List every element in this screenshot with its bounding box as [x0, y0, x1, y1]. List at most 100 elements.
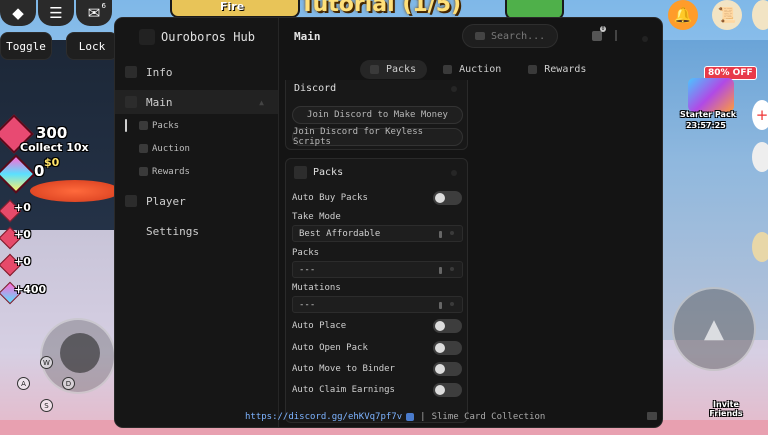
- active-indicator: [125, 119, 127, 132]
- mutations-label: Mutations: [292, 283, 341, 293]
- nav-label: Info: [146, 65, 173, 79]
- side-menu-icon[interactable]: [752, 0, 768, 30]
- auto-move-toggle[interactable]: [433, 362, 462, 376]
- minimize-icon[interactable]: [615, 30, 617, 41]
- auto-move-label: Auto Move to Binder: [292, 364, 395, 374]
- sidebar-item-packs[interactable]: Packs: [115, 114, 278, 137]
- join-discord-keyless-button[interactable]: Join Discord for Keyless Scripts: [292, 127, 463, 147]
- close-icon[interactable]: [642, 36, 648, 42]
- notification-icon[interactable]: [592, 31, 602, 41]
- tab-label: Packs: [386, 64, 417, 75]
- auto-place-toggle[interactable]: [433, 319, 462, 333]
- tab-auction[interactable]: Auction: [433, 60, 512, 79]
- dropdown-icon: [439, 231, 442, 238]
- auto-open-toggle[interactable]: [433, 341, 462, 355]
- hub-sidebar: Ouroboros Hub Info Main ▲ Packs Auction: [115, 18, 279, 427]
- bell-icon[interactable]: 🔔: [668, 0, 698, 30]
- hub-title: Ouroboros Hub: [161, 30, 255, 44]
- mutations-dropdown[interactable]: ---: [292, 296, 463, 313]
- notification-badge: 0: [600, 26, 606, 32]
- hub-nav-settings: Settings: [115, 219, 278, 243]
- content-scroll[interactable]: Discord Join Discord to Make Money Join …: [285, 80, 468, 425]
- coin-plus: $0: [44, 156, 60, 169]
- search-input[interactable]: Search...: [462, 24, 558, 48]
- discord-link[interactable]: https://discord.gg/ehKVq7pf7v: [245, 412, 402, 422]
- chat-badge: 6: [101, 2, 106, 10]
- chat-icon[interactable]: ✉ 6: [76, 0, 112, 26]
- search-placeholder: Search...: [491, 30, 546, 42]
- plus-value-1: +0: [14, 201, 31, 214]
- collect-label[interactable]: Collect 10x: [20, 141, 89, 154]
- nav-item-player[interactable]: Player: [115, 189, 278, 213]
- tab-bar: Packs Auction Rewards: [360, 60, 597, 79]
- dropdown-dot-icon: [450, 231, 454, 235]
- tab-rewards[interactable]: Rewards: [518, 60, 597, 79]
- nav-item-info[interactable]: Info: [115, 60, 278, 84]
- plus-value-3: +0: [14, 255, 31, 268]
- packs-title-row: Packs: [294, 166, 343, 179]
- key-d: D: [62, 377, 75, 390]
- packs-icon: [370, 65, 379, 74]
- auction-icon: [139, 144, 148, 153]
- roblox-logo-button[interactable]: ◆: [0, 0, 36, 26]
- packs-section: Packs Auto Buy Packs Take Mode Best Affo…: [285, 158, 468, 423]
- take-mode-dropdown[interactable]: Best Affordable: [292, 225, 463, 242]
- key-a: A: [17, 377, 30, 390]
- gem-count: 300: [36, 124, 68, 142]
- packs-icon: [139, 121, 148, 130]
- auction-icon: [443, 65, 453, 74]
- join-discord-money-button[interactable]: Join Discord to Make Money: [292, 106, 463, 124]
- starter-pack-offer[interactable]: 80% OFF Starter Pack 23:57:25: [672, 66, 762, 132]
- player-icon: [125, 195, 137, 207]
- chevron-up-icon: ▲: [259, 97, 264, 107]
- nav-label: Player: [146, 194, 186, 208]
- sidebar-item-rewards[interactable]: Rewards: [115, 160, 278, 183]
- balance-icon[interactable]: [752, 232, 768, 262]
- tab-packs[interactable]: Packs: [360, 60, 428, 79]
- packs-label: Packs: [292, 248, 320, 258]
- plus-value-4: +400: [14, 283, 47, 296]
- coin-count: 0: [34, 162, 45, 180]
- nav-label: Settings: [146, 224, 199, 238]
- collapse-icon[interactable]: [451, 170, 457, 176]
- key-s: S: [40, 399, 53, 412]
- nav-item-settings[interactable]: Settings: [115, 219, 278, 243]
- auto-place-label: Auto Place: [292, 321, 347, 331]
- hub-nav-main: Main ▲ Packs Auction Rewards: [115, 90, 278, 183]
- packs-title: Packs: [313, 167, 344, 178]
- tab-label: Rewards: [544, 64, 587, 75]
- auto-claim-toggle[interactable]: [433, 383, 462, 397]
- nav-item-main[interactable]: Main ▲: [115, 90, 278, 114]
- sidebar-item-auction[interactable]: Auction: [115, 137, 278, 160]
- calendar-icon[interactable]: [752, 142, 768, 172]
- settings-icon: [125, 225, 137, 237]
- packs-icon: [294, 166, 307, 179]
- resize-handle-icon[interactable]: [647, 412, 657, 420]
- green-banner: [505, 0, 564, 20]
- scroll-icon[interactable]: 📜: [712, 0, 742, 30]
- packs-value: ---: [299, 264, 316, 275]
- take-mode-value: Best Affordable: [299, 228, 381, 239]
- hub-footer: https://discord.gg/ehKVq7pf7v | Slime Ca…: [245, 412, 545, 422]
- collapse-icon[interactable]: [451, 86, 457, 92]
- hub-nav-player: Player: [115, 189, 278, 213]
- info-icon: [125, 66, 137, 78]
- plus-value-2: +0: [14, 228, 31, 241]
- arrow-up-icon[interactable]: ▲: [672, 287, 756, 371]
- auto-buy-toggle[interactable]: [433, 191, 462, 205]
- auto-open-label: Auto Open Pack: [292, 343, 368, 353]
- invite-friends-button[interactable]: Invite Friends: [706, 400, 746, 418]
- joystick-thumb[interactable]: [60, 333, 100, 373]
- lock-button[interactable]: Lock: [66, 32, 118, 60]
- hub-window: Ouroboros Hub Info Main ▲ Packs Auction: [115, 18, 662, 427]
- sub-nav-label: Auction: [152, 143, 190, 154]
- search-icon: [475, 32, 485, 40]
- key-w: W: [40, 356, 53, 369]
- sub-nav-label: Packs: [152, 120, 180, 131]
- toggle-button[interactable]: Toggle: [0, 32, 52, 60]
- hamburger-icon[interactable]: ☰: [38, 0, 74, 26]
- game-name: Slime Card Collection: [431, 412, 546, 422]
- dropdown-icon: [439, 302, 442, 309]
- collect-pad: [30, 180, 120, 202]
- packs-dropdown[interactable]: ---: [292, 261, 463, 278]
